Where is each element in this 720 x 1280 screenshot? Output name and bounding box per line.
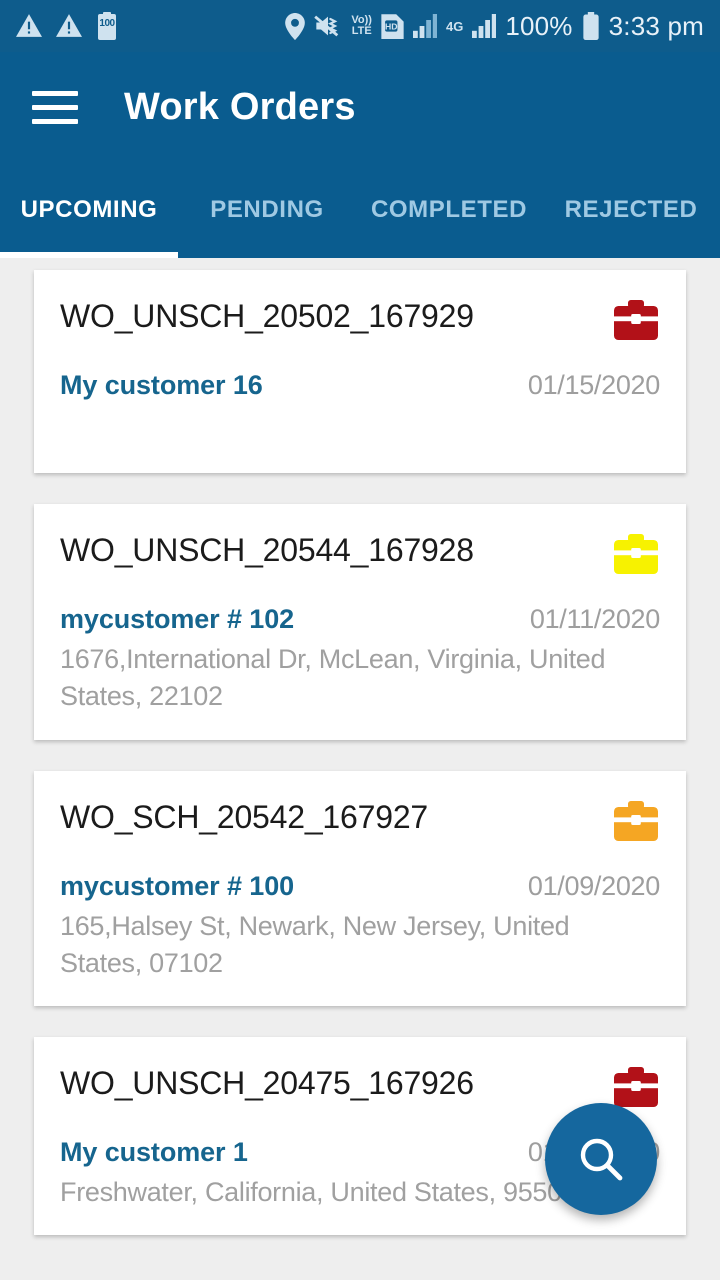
battery-icon [582,12,600,40]
customer-name: My customer 1 [60,1137,248,1167]
hamburger-line-1 [32,90,78,96]
customer-name: mycustomer # 102 [60,604,295,634]
volte-icon: Vo)) LTE [351,15,372,37]
hamburger-line-2 [32,104,78,110]
work-order-header: WO_UNSCH_20544_167928 [60,530,660,576]
signal-bars-icon [412,14,437,38]
work-order-date: 01/11/2020 [529,604,660,634]
battery-saver-level: 100 [99,18,115,29]
clock-label: 3:33 pm [608,11,704,41]
warning-triangle-icon [16,14,42,38]
signal-bars-2-icon [472,14,497,38]
network-4g-icon: 4G [445,18,464,34]
status-bar-left-icons: 100 [16,12,118,40]
app-bar: Work Orders [0,52,720,162]
status-bar: 100 Vo)) LTE HD 4G 100% 3:33 pm [0,0,720,52]
svg-text:HD: HD [385,22,398,32]
page-title: Work Orders [124,85,356,128]
location-pin-icon [285,12,306,40]
status-bar-right-icons: Vo)) LTE HD 4G 100% 3:33 pm [285,12,704,40]
work-order-meta: mycustomer # 100 01/09/2020 [60,871,660,902]
battery-saver-icon: 100 [96,12,118,40]
work-order-meta: My customer 16 01/15/2020 [60,370,660,401]
volte-line-2: LTE [351,25,372,37]
work-order-header: WO_UNSCH_20502_167929 [60,296,660,342]
work-order-header: WO_SCH_20542_167927 [60,797,660,843]
work-order-id: WO_UNSCH_20502_167929 [60,298,474,334]
work-order-header: WO_UNSCH_20475_167926 [60,1063,660,1109]
sim-hd-icon: HD [381,13,404,39]
work-order-card[interactable]: WO_UNSCH_20544_167928 mycustomer # 102 0… [34,504,686,740]
briefcase-icon [612,1067,660,1109]
work-order-date: 01/09/2020 [527,870,660,901]
customer-name: My customer 16 [60,370,263,400]
tab-pending[interactable]: PENDING [178,162,356,258]
briefcase-icon [612,300,660,342]
hamburger-line-3 [32,118,78,124]
briefcase-icon [612,800,660,843]
work-order-meta: mycustomer # 102 01/11/2020 [60,604,660,635]
work-order-card[interactable]: WO_SCH_20542_167927 mycustomer # 100 01/… [34,770,686,1006]
tab-upcoming[interactable]: UPCOMING [0,162,178,258]
battery-percent-label: 100% [505,11,573,41]
work-order-address: 165,Halsey St, Newark, New Jersey, Unite… [60,910,570,978]
tab-bar: UPCOMING PENDING COMPLETED REJECTED [0,162,720,258]
work-order-card[interactable]: WO_UNSCH_20502_167929 My customer 16 01/… [34,270,686,473]
tab-completed[interactable]: COMPLETED [356,162,542,258]
mute-vibrate-icon [314,14,342,38]
briefcase-icon [612,534,660,576]
work-order-id: WO_UNSCH_20475_167926 [60,1065,474,1101]
hamburger-menu-icon[interactable] [32,87,78,127]
work-order-date: 01/15/2020 [527,370,660,400]
work-order-id: WO_SCH_20542_167927 [60,798,429,835]
search-fab-button[interactable] [545,1103,657,1215]
work-order-id: WO_UNSCH_20544_167928 [60,532,474,568]
tab-rejected[interactable]: REJECTED [542,162,720,258]
work-order-address: 1676,International Dr, McLean, Virginia,… [60,644,606,712]
warning-triangle-icon-2 [56,14,82,38]
search-icon [575,1133,627,1185]
customer-name: mycustomer # 100 [60,870,295,901]
